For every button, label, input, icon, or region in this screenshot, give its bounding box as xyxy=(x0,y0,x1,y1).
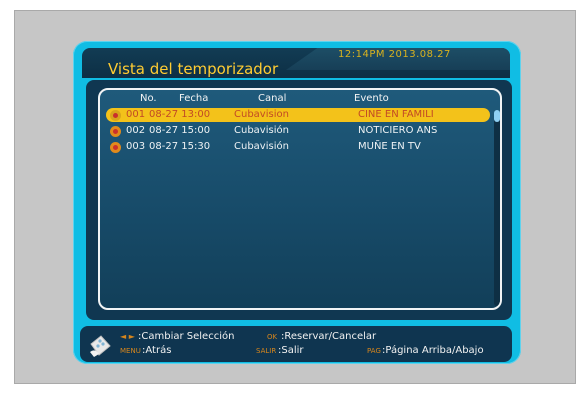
page-key-label: PAG xyxy=(367,347,381,355)
change-selection-hint: :Cambiar Selección xyxy=(138,331,235,342)
timer-event: CINE EN FAMILI xyxy=(358,109,434,120)
timer-no: 002 xyxy=(126,125,146,136)
timer-channel: Cubavisión xyxy=(234,125,289,136)
menu-key-label: MENU xyxy=(120,347,141,355)
ok-key-label: OK xyxy=(267,333,278,341)
arrow-keys-icon: ◄ ► xyxy=(120,332,135,341)
timer-icon xyxy=(110,110,121,121)
scrollbar-thumb[interactable] xyxy=(494,110,500,122)
list-scrollbar[interactable] xyxy=(494,110,500,306)
timer-row[interactable]: 001 08-27 13:00 Cubavision CINE EN FAMIL… xyxy=(106,108,490,122)
timer-no: 003 xyxy=(126,141,146,152)
timer-icon xyxy=(110,142,121,153)
clock-display: 12:14PM 2013.08.27 xyxy=(338,49,451,60)
timer-channel: Cubavisión xyxy=(234,141,289,152)
column-header-event: Evento xyxy=(354,93,389,104)
reserve-cancel-hint: :Reservar/Cancelar xyxy=(281,331,377,342)
column-header-channel: Canal xyxy=(258,93,287,104)
timer-list[interactable]: No. Fecha Canal Evento 001 08-27 13:00 C… xyxy=(98,88,502,310)
dialog-title: Vista del temporizador xyxy=(108,60,279,78)
timer-date: 08-27 15:00 xyxy=(149,125,211,136)
remote-control-icon xyxy=(90,335,111,357)
back-hint: :Atrás xyxy=(142,345,172,356)
timer-icon xyxy=(110,126,121,137)
timer-row[interactable]: 003 08-27 15:30 Cubavisión MUÑE EN TV xyxy=(106,140,490,154)
column-headers: No. Fecha Canal Evento xyxy=(100,92,500,106)
page-up-down-hint: :Página Arriba/Abajo xyxy=(382,345,484,356)
column-header-no: No. xyxy=(140,93,157,104)
timer-date: 08-27 15:30 xyxy=(149,141,211,152)
timer-event: NOTICIERO ANS xyxy=(358,125,438,136)
column-header-date: Fecha xyxy=(179,93,209,104)
exit-hint: :Salir xyxy=(278,345,304,356)
timer-date: 08-27 13:00 xyxy=(149,109,211,120)
exit-key-label: SALIR xyxy=(256,347,277,355)
timer-event: MUÑE EN TV xyxy=(358,141,421,152)
timer-row[interactable]: 002 08-27 15:00 Cubavisión NOTICIERO ANS xyxy=(106,124,490,138)
timer-no: 001 xyxy=(126,109,146,120)
timer-channel: Cubavision xyxy=(234,109,289,120)
